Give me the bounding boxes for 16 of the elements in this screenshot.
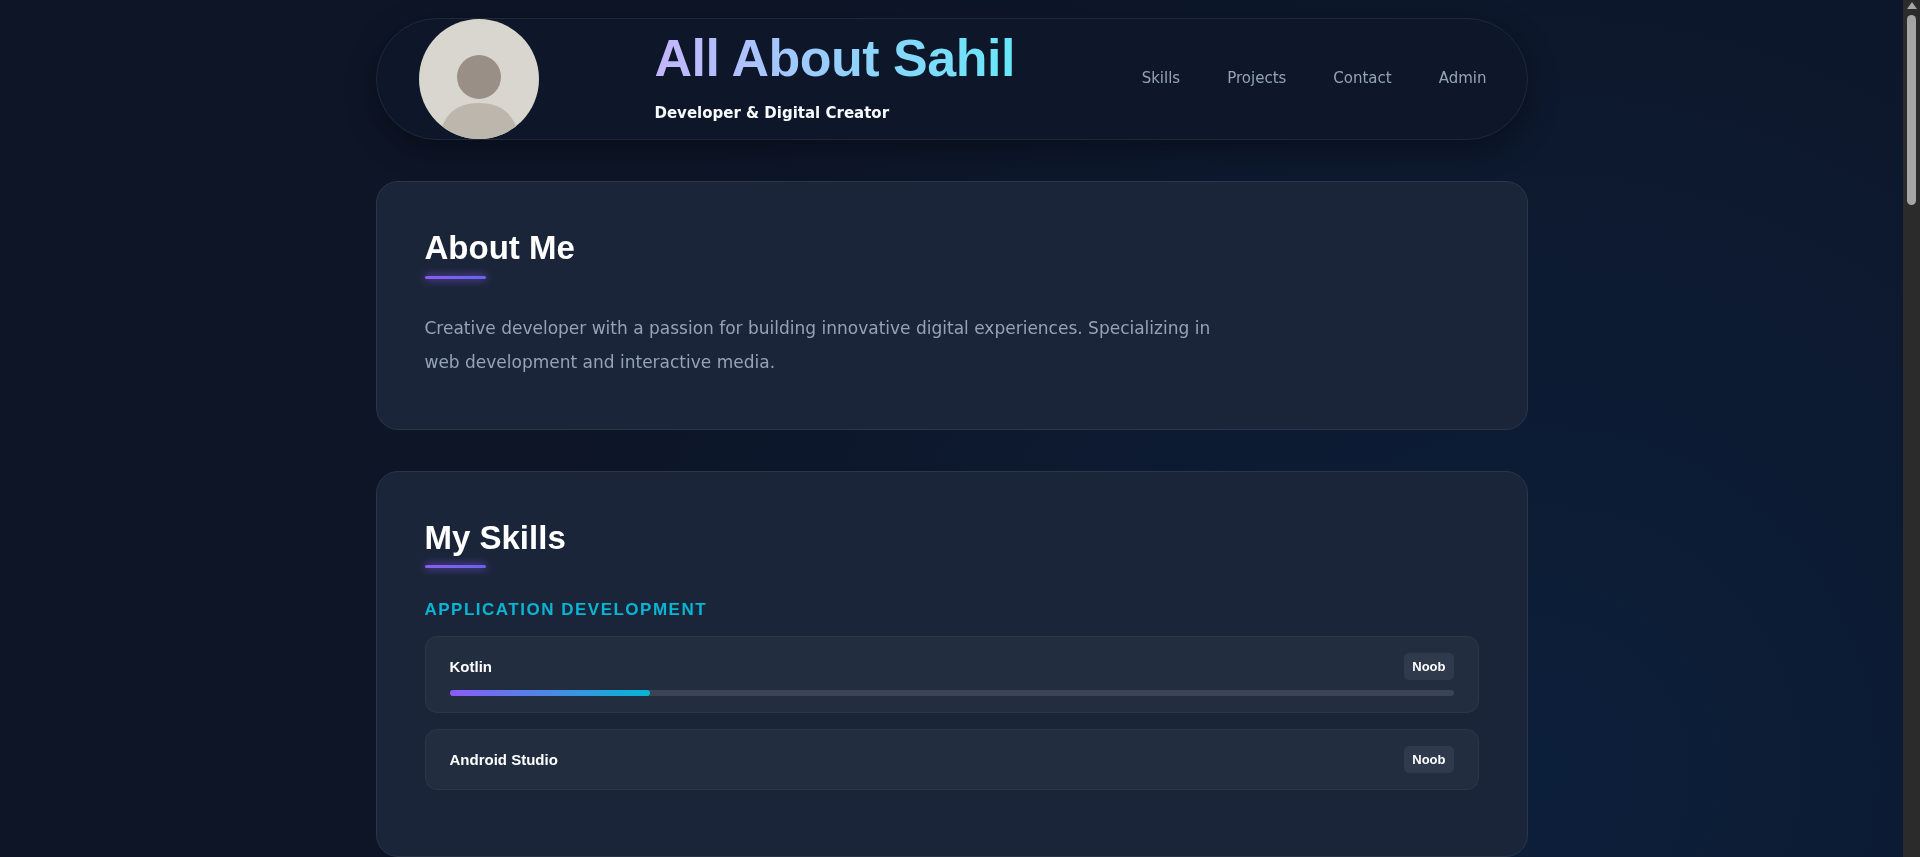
scroll-up-icon[interactable] — [1906, 2, 1917, 9]
nav-link[interactable]: Projects — [1227, 69, 1287, 87]
skill-level-badge: Noob — [1404, 653, 1454, 681]
section-heading: My Skills — [424, 517, 567, 558]
nav-link[interactable]: Contact — [1333, 69, 1392, 87]
about-text: Creative developer with a passion for building innovative digital experiences. Specializing in web development and interactive media. — [424, 316, 1212, 374]
site-subtitle: Developer & Digital Creator — [654, 103, 891, 122]
scrollbar-thumb[interactable] — [1907, 15, 1916, 205]
skill-level-badge: Noob — [1404, 746, 1454, 774]
skill-name: Android Studio — [449, 751, 558, 769]
skill-group-title: APPLICATION DEVELOPMENT — [424, 600, 709, 621]
scrollbar[interactable] — [1903, 0, 1920, 857]
nav-link[interactable]: Skills — [1141, 69, 1181, 87]
section-heading: About Me — [424, 228, 576, 268]
nav-link[interactable]: Admin — [1438, 69, 1487, 87]
skill-name: Kotlin — [449, 658, 492, 676]
